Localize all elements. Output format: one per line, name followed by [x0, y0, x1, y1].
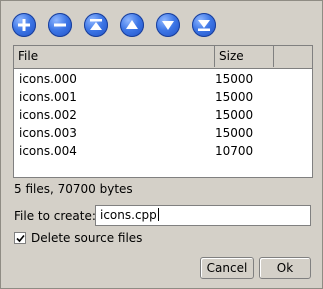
list-item[interactable]: icons.004 10700	[14, 142, 312, 160]
cancel-button[interactable]: Cancel	[200, 257, 254, 279]
file-name: icons.003	[19, 126, 77, 140]
minus-icon	[54, 23, 66, 27]
column-header-filler	[274, 46, 312, 67]
file-name: icons.004	[19, 144, 77, 158]
file-size: 15000	[215, 126, 254, 140]
checkmark-icon	[16, 234, 25, 243]
move-up-icon	[126, 20, 138, 29]
move-up-button[interactable]	[120, 13, 144, 37]
list-item[interactable]: icons.001 15000	[14, 88, 312, 106]
list-item[interactable]: icons.000 15000	[14, 70, 312, 88]
plus-icon	[18, 19, 30, 31]
file-list[interactable]: File Size icons.000 15000 icons.001 1500…	[13, 45, 313, 178]
add-button[interactable]	[12, 13, 36, 37]
text-caret	[157, 208, 159, 221]
move-top-icon	[90, 19, 102, 30]
move-bottom-icon	[198, 20, 210, 31]
move-down-button[interactable]	[156, 13, 180, 37]
file-to-create-input[interactable]: icons.cpp	[95, 205, 311, 226]
ok-button[interactable]: Ok	[259, 257, 311, 279]
list-header: File Size	[14, 46, 312, 69]
move-bottom-button[interactable]	[192, 13, 216, 37]
file-name: icons.000	[19, 72, 77, 86]
delete-source-checkbox[interactable]	[14, 232, 26, 244]
file-to-create-value: icons.cpp	[100, 208, 157, 222]
file-size: 15000	[215, 90, 254, 104]
list-item[interactable]: icons.002 15000	[14, 106, 312, 124]
move-top-button[interactable]	[84, 13, 108, 37]
move-down-icon	[162, 21, 174, 30]
file-to-create-label: File to create:	[14, 209, 96, 223]
remove-button[interactable]	[48, 13, 72, 37]
file-size: 15000	[215, 108, 254, 122]
file-size: 15000	[215, 72, 254, 86]
summary-text: 5 files, 70700 bytes	[14, 182, 133, 196]
list-item[interactable]: icons.003 15000	[14, 124, 312, 142]
column-header-size[interactable]: Size	[215, 46, 274, 67]
file-size: 10700	[215, 144, 254, 158]
dialog-window: File Size icons.000 15000 icons.001 1500…	[0, 0, 323, 289]
file-name: icons.002	[19, 108, 77, 122]
column-header-file[interactable]: File	[14, 46, 215, 67]
delete-source-label[interactable]: Delete source files	[31, 231, 142, 245]
file-name: icons.001	[19, 90, 77, 104]
